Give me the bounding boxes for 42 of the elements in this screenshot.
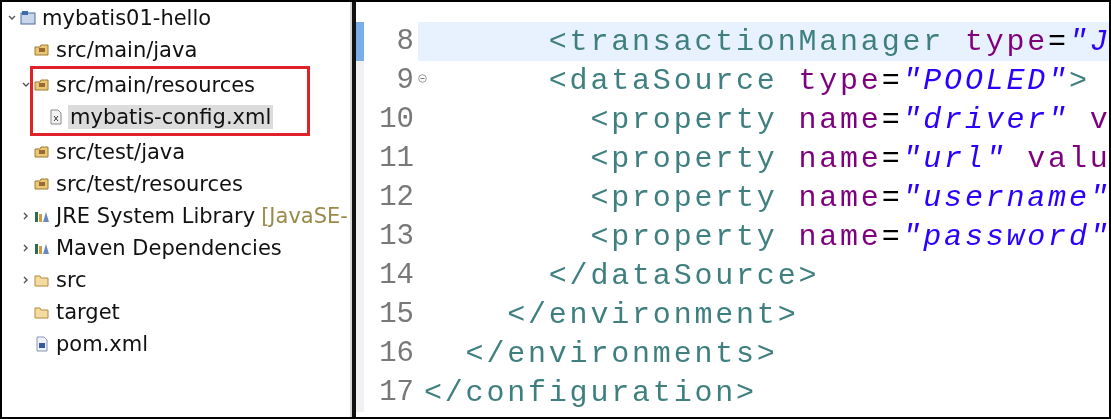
tree-item[interactable]: Maven Dependencies — [54, 236, 284, 260]
tree-item[interactable]: src — [54, 268, 89, 292]
tree-item[interactable]: src/test/resources — [54, 172, 245, 196]
line-number: 16 — [379, 337, 414, 370]
tree-item[interactable]: mybatis01-hello — [40, 6, 214, 30]
line-number: 13 — [379, 220, 414, 253]
xml-file-icon — [48, 109, 64, 125]
package-folder-icon — [34, 42, 50, 58]
line-number: 14 — [379, 259, 414, 292]
line-number: 12 — [379, 181, 414, 214]
code-line: <property name="driver" v — [589, 102, 1109, 137]
code-line: <dataSource type="POOLED"> — [547, 63, 1090, 98]
line-number: 10 — [379, 103, 414, 136]
code-line: </environment> — [506, 297, 799, 332]
code-line: <property name="url" valu — [589, 141, 1109, 176]
line-number: 17 — [379, 376, 414, 409]
code-line: <transactionManager type="J — [547, 24, 1109, 59]
pom-file-icon — [34, 336, 50, 352]
tree-item[interactable]: src/main/resources — [54, 73, 258, 97]
code-line: <property name="username" — [589, 180, 1109, 215]
code-line: </dataSource> — [547, 258, 820, 293]
line-number: 9 — [396, 64, 414, 97]
code-line: <property name="password" — [589, 219, 1109, 254]
line-number: 11 — [379, 142, 414, 175]
project-icon — [20, 10, 36, 26]
tree-item[interactable]: mybatis-config.xml — [68, 105, 274, 129]
package-folder-icon — [34, 77, 50, 93]
package-folder-icon — [34, 144, 50, 160]
tree-item[interactable]: src/main/java — [54, 38, 200, 62]
fold-icon[interactable] — [418, 74, 427, 83]
code-line: </configuration> — [424, 375, 757, 410]
tree-item-decoration: [JavaSE- — [261, 204, 348, 228]
tree-item[interactable]: pom.xml — [54, 332, 151, 356]
line-number: 8 — [396, 25, 414, 58]
folder-icon — [34, 304, 50, 320]
folder-icon — [34, 272, 50, 288]
tree-item[interactable]: target — [54, 300, 122, 324]
tree-item[interactable]: JRE System Library — [54, 204, 258, 228]
tree-item[interactable]: src/test/java — [54, 140, 188, 164]
code-line: </environments> — [464, 336, 778, 371]
line-number: 15 — [379, 298, 414, 331]
package-folder-icon — [34, 176, 50, 192]
